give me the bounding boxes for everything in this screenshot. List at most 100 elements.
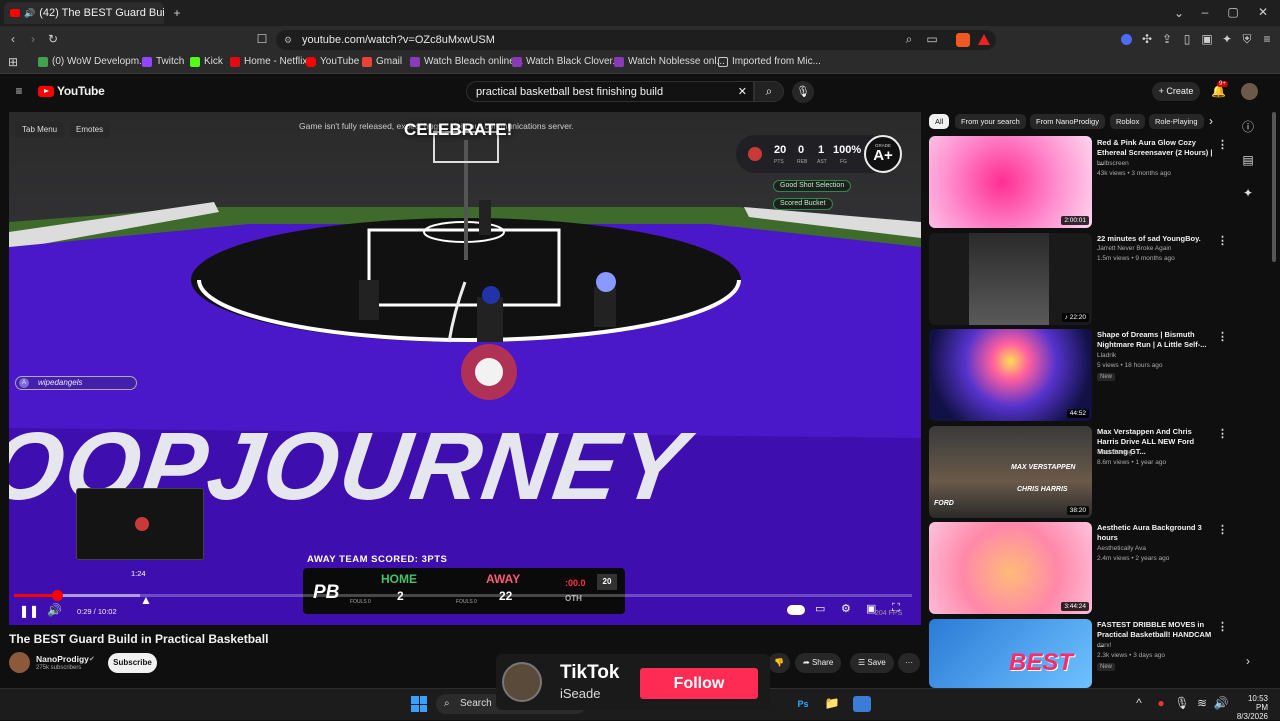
menu-icon[interactable]: ≡ bbox=[1260, 32, 1274, 46]
pause-icon[interactable]: ❚❚ bbox=[19, 604, 39, 618]
video-thumbnail[interactable]: 3:44:24 bbox=[929, 522, 1092, 614]
autoplay-toggle[interactable] bbox=[787, 605, 805, 615]
forward-icon[interactable]: › bbox=[26, 32, 40, 46]
chips-next-icon[interactable]: › bbox=[1209, 114, 1213, 128]
rail-next-icon[interactable]: › bbox=[1240, 654, 1256, 668]
share-page-icon[interactable]: ⇪ bbox=[1160, 32, 1174, 46]
sidebar-icon[interactable]: ▯ bbox=[1180, 32, 1194, 46]
account-avatar[interactable] bbox=[1241, 83, 1258, 100]
voice-search-button[interactable]: 🎙 bbox=[792, 81, 814, 103]
chip-roblox[interactable]: Roblox bbox=[1110, 114, 1146, 129]
create-button[interactable]: + Create bbox=[1152, 82, 1200, 101]
leo-icon[interactable]: ✦ bbox=[1220, 32, 1234, 46]
bookmark-item[interactable]: Twitch bbox=[142, 56, 184, 67]
site-info-icon[interactable]: ⚙ bbox=[284, 35, 292, 46]
close-window-icon[interactable]: ✕ bbox=[1256, 5, 1270, 19]
recommendation-channel[interactable]: Lladrik bbox=[1097, 352, 1116, 359]
speaker-tray-icon[interactable]: 🔊 bbox=[1212, 696, 1230, 712]
channel-name[interactable]: NanoProdigy bbox=[36, 654, 89, 664]
video-thumbnail[interactable]: MAX VERSTAPPEN CHRIS HARRIS FORD 38:20 bbox=[929, 426, 1092, 518]
vpn-icon[interactable]: ⛨ bbox=[1240, 32, 1254, 46]
bookmark-item[interactable]: (0) WoW Developm... bbox=[38, 56, 147, 67]
youtube-logo[interactable]: YouTube bbox=[38, 84, 105, 98]
recommendation-channel[interactable]: bulbscreen bbox=[1097, 160, 1129, 167]
photoshop-icon[interactable]: Ps bbox=[794, 696, 812, 712]
apps-grid-icon[interactable]: ⊞ bbox=[6, 55, 20, 69]
recommendation-channel[interactable]: Jarrett Never Broke Again bbox=[1097, 245, 1171, 252]
video-thumbnail[interactable]: 44:52 bbox=[929, 329, 1092, 421]
more-options-icon[interactable]: ⋮ bbox=[1217, 234, 1228, 247]
chip-all[interactable]: All bbox=[929, 114, 950, 129]
video-thumbnail[interactable]: 2:00:01 bbox=[929, 136, 1092, 228]
bookmark-folder[interactable]: Imported from Mic... bbox=[718, 56, 821, 67]
tray-chevron-icon[interactable]: ^ bbox=[1130, 696, 1148, 712]
chat-icon[interactable]: ▤ bbox=[1240, 153, 1256, 167]
fullscreen-icon[interactable]: ⛶ bbox=[892, 602, 900, 615]
chip-from-search[interactable]: From your search bbox=[955, 114, 1026, 129]
volume-icon[interactable]: 🔊 bbox=[47, 603, 62, 617]
puzzle-icon[interactable]: ✣ bbox=[1140, 32, 1154, 46]
browser-tab-active[interactable]: 🔊 (42) The BEST Guard Build in ✕ bbox=[4, 2, 164, 24]
url-field[interactable]: ⚙ youtube.com/watch?v=OZc8uMxwUSM bbox=[276, 30, 996, 50]
more-options-icon[interactable]: ⋮ bbox=[1217, 330, 1228, 343]
search-input[interactable]: practical basketball best finishing buil… bbox=[466, 81, 754, 102]
video-thumbnail[interactable]: BEST bbox=[929, 619, 1092, 688]
microphone-tray-icon[interactable]: 🎙 bbox=[1173, 696, 1191, 712]
recommendation-channel[interactable]: Ford Racing bbox=[1097, 449, 1132, 456]
more-options-icon[interactable]: ⋮ bbox=[1217, 138, 1228, 151]
recommendation-title[interactable]: Shape of Dreams | Bismuth Nightmare Run … bbox=[1097, 330, 1215, 350]
more-options-icon[interactable]: ⋮ bbox=[1217, 523, 1228, 536]
more-actions-button[interactable]: ··· bbox=[898, 653, 920, 673]
miniplayer-icon[interactable]: ▣ bbox=[866, 602, 876, 615]
sparkle-icon[interactable]: ✦ bbox=[1240, 186, 1256, 200]
maximize-icon[interactable]: ▢ bbox=[1226, 5, 1240, 19]
settings-gear-icon[interactable]: ⚙ bbox=[841, 602, 851, 615]
save-button[interactable]: ☰ Save bbox=[850, 653, 894, 673]
windows-start-icon[interactable] bbox=[411, 696, 427, 712]
channel-avatar[interactable] bbox=[9, 652, 30, 673]
clock[interactable]: 10:53 PM 8/3/2026 bbox=[1234, 694, 1268, 721]
video-player[interactable]: Tab Menu Emotes Game isn't fully release… bbox=[9, 112, 921, 625]
brave-shield-icon[interactable] bbox=[956, 33, 970, 47]
brave-rewards-icon[interactable] bbox=[978, 34, 990, 45]
bookmark-item[interactable]: YouTube bbox=[306, 56, 359, 67]
subtitles-icon[interactable]: ▭ bbox=[815, 602, 825, 615]
file-explorer-icon[interactable]: 📁 bbox=[823, 696, 841, 712]
extension-icon[interactable] bbox=[1121, 34, 1132, 45]
video-thumbnail[interactable]: ♪ 22:20 bbox=[929, 233, 1092, 325]
minimize-icon[interactable]: – bbox=[1198, 5, 1212, 19]
tray-app-icon[interactable]: ● bbox=[1152, 696, 1170, 712]
bookmark-item[interactable]: Watch Noblesse onl... bbox=[614, 56, 725, 67]
app-icon[interactable] bbox=[853, 696, 871, 712]
dislike-button[interactable]: 👎 bbox=[768, 653, 790, 673]
share-button[interactable]: ➦ Share bbox=[795, 653, 842, 673]
info-icon[interactable]: ⓘ bbox=[1240, 118, 1256, 135]
search-button[interactable]: ⌕ bbox=[754, 81, 784, 102]
recommendation-title[interactable]: 22 minutes of sad YoungBoy. bbox=[1097, 234, 1215, 244]
more-options-icon[interactable]: ⋮ bbox=[1217, 620, 1228, 633]
bookmark-item[interactable]: Watch Bleach online... bbox=[410, 56, 523, 67]
bookmark-item[interactable]: Watch Black Clover... bbox=[512, 56, 621, 67]
bookmark-icon[interactable]: ☐ bbox=[255, 32, 269, 46]
bookmark-item[interactable]: Gmail bbox=[362, 56, 402, 67]
clear-search-icon[interactable]: ✕ bbox=[738, 85, 747, 98]
bookmark-item[interactable]: Home - Netflix bbox=[230, 56, 307, 67]
hamburger-menu-icon[interactable]: ≡ bbox=[12, 84, 26, 98]
zoom-icon[interactable]: ⌕ bbox=[902, 32, 916, 46]
cast-icon[interactable]: ▭ bbox=[925, 32, 939, 46]
recommendation-title[interactable]: Aesthetic Aura Background 3 hours bbox=[1097, 523, 1215, 543]
chip-role-playing[interactable]: Role-Playing bbox=[1149, 114, 1204, 129]
bookmark-item[interactable]: Kick bbox=[190, 56, 223, 67]
more-options-icon[interactable]: ⋮ bbox=[1217, 427, 1228, 440]
chip-from-channel[interactable]: From NanoProdigy bbox=[1030, 114, 1105, 129]
scrollbar[interactable] bbox=[1272, 112, 1276, 262]
new-tab-icon[interactable]: + bbox=[170, 6, 184, 20]
recommendation-channel[interactable]: darx! bbox=[1097, 642, 1111, 649]
recommendation-title[interactable]: FASTEST DRIBBLE MOVES in Practical Baske… bbox=[1097, 620, 1215, 650]
recommendation-channel[interactable]: Aesthetically Ava bbox=[1097, 545, 1146, 552]
chevron-down-icon[interactable]: ⌄ bbox=[1172, 6, 1186, 20]
reload-icon[interactable]: ↻ bbox=[46, 32, 60, 46]
wallet-icon[interactable]: ▣ bbox=[1200, 32, 1214, 46]
back-icon[interactable]: ‹ bbox=[6, 32, 20, 46]
wifi-icon[interactable]: ≋ bbox=[1193, 696, 1211, 712]
